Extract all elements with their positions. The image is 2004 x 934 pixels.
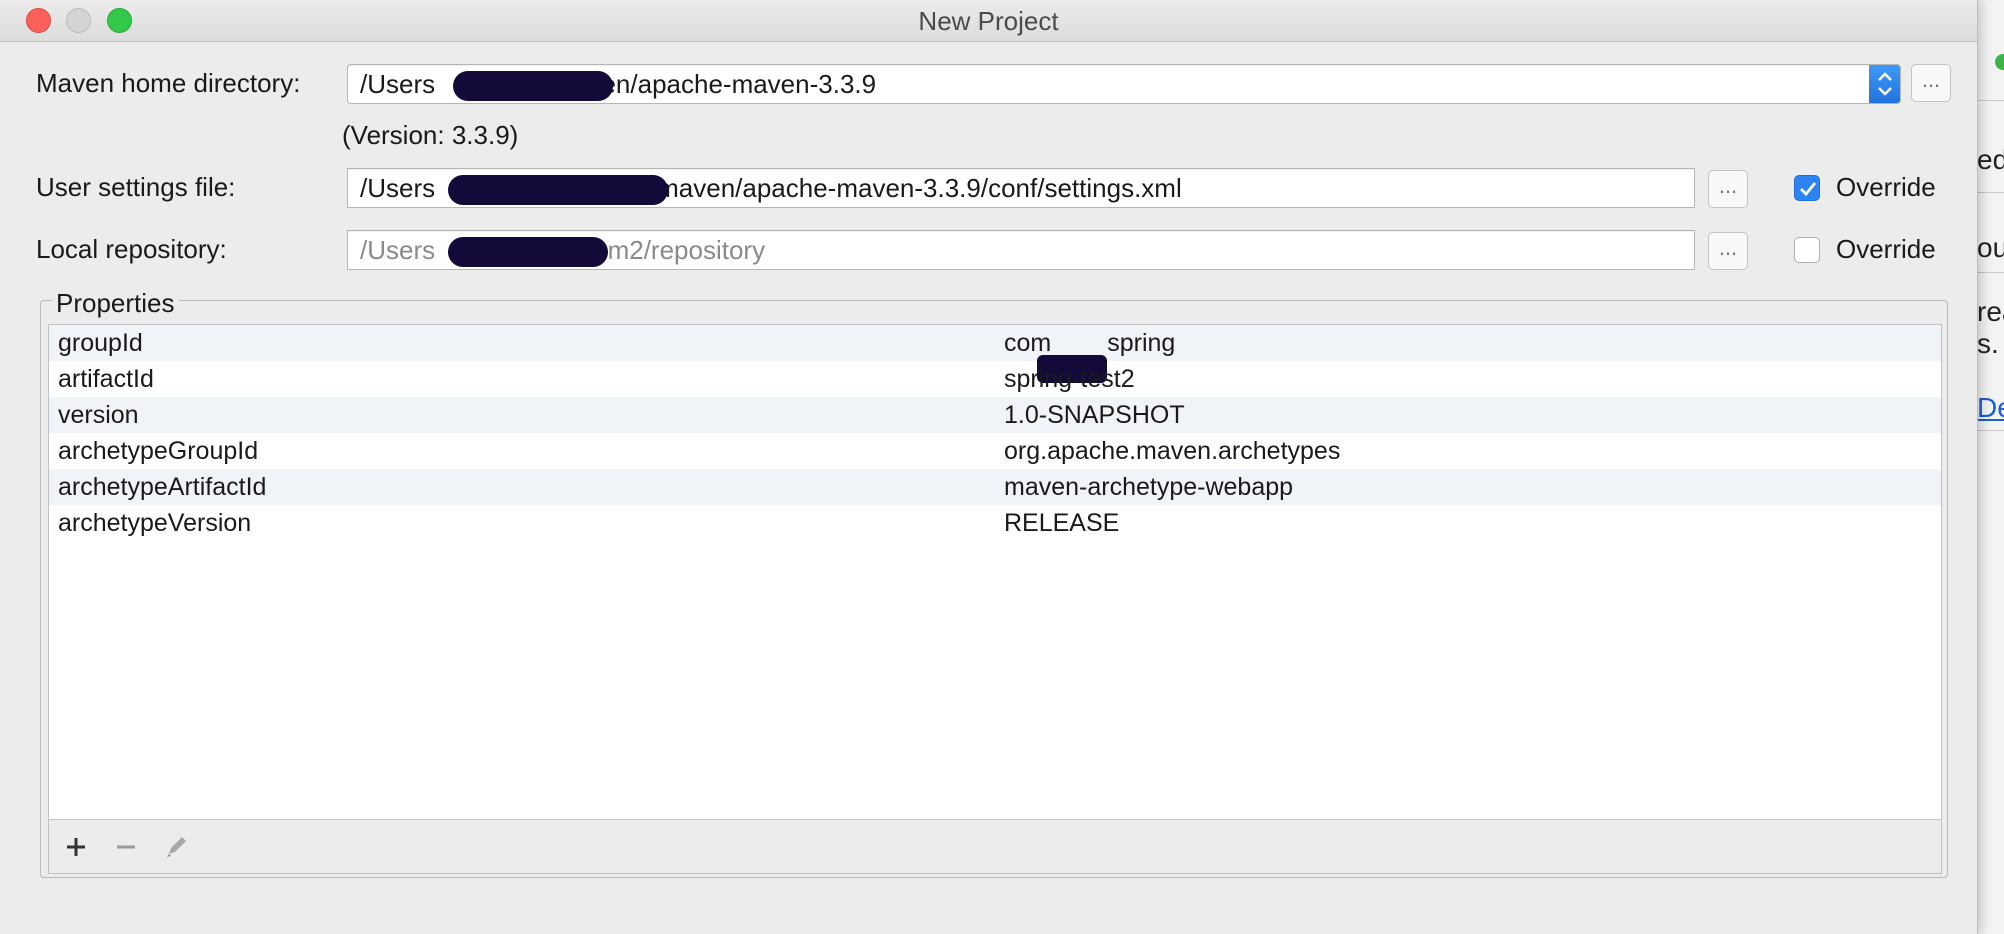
- maven-version-note: (Version: 3.3.9): [342, 120, 519, 150]
- user-settings-override-label: Override: [1836, 172, 1936, 202]
- background-link[interactable]: De: [1977, 392, 2004, 424]
- add-property-button[interactable]: [61, 832, 91, 862]
- property-value: RELEASE: [1004, 509, 1120, 537]
- remove-property-button[interactable]: [111, 832, 141, 862]
- background-text: s.: [1977, 328, 1999, 359]
- property-value: maven-archetype-webapp: [1004, 473, 1294, 501]
- table-row[interactable]: version 1.0-SNAPSHOT: [49, 397, 1941, 433]
- local-repository-label: Local repository:: [36, 234, 227, 264]
- property-value: org.apache.maven.archetypes: [1004, 437, 1341, 465]
- property-value: com spring: [1004, 325, 1176, 383]
- redaction: [448, 175, 668, 205]
- table-row[interactable]: archetypeGroupId org.apache.maven.archet…: [49, 433, 1941, 469]
- plus-icon: [67, 838, 85, 856]
- title-bar: New Project: [0, 0, 1977, 42]
- checkmark-icon: [1800, 182, 1817, 197]
- property-key: version: [58, 401, 139, 429]
- local-repository-override-checkbox[interactable]: [1794, 237, 1820, 263]
- local-repository-browse-button[interactable]: ...: [1708, 232, 1748, 270]
- combo-arrow-button[interactable]: [1869, 65, 1900, 103]
- user-settings-override-checkbox[interactable]: [1794, 175, 1820, 201]
- background-text: rea: [1977, 296, 2004, 327]
- redaction: [453, 71, 613, 101]
- maven-home-label: Maven home directory:: [36, 68, 301, 98]
- window-title: New Project: [918, 6, 1059, 36]
- user-settings-browse-button[interactable]: ...: [1708, 170, 1748, 208]
- table-row[interactable]: groupId com spring: [49, 325, 1941, 383]
- user-settings-field[interactable]: /Users maven/apache-maven-3.3.9/conf/sett…: [347, 168, 1695, 208]
- background-text: ou: [1977, 232, 2004, 263]
- table-row[interactable]: archetypeVersion RELEASE: [49, 505, 1941, 541]
- new-project-dialog: New Project Maven home directory: /Users…: [0, 0, 1978, 934]
- table-row[interactable]: archetypeArtifactId maven-archetype-weba…: [49, 469, 1941, 505]
- user-settings-value-prefix: /Users: [360, 173, 436, 203]
- local-repository-value-suffix: /.m2/repository: [593, 235, 766, 265]
- user-settings-value-suffix: maven/apache-maven-3.3.9/conf/settings.x…: [657, 173, 1182, 203]
- properties-legend: Properties: [52, 288, 179, 319]
- maven-home-value-prefix: /Users: [360, 69, 436, 99]
- property-key: archetypeGroupId: [58, 437, 259, 465]
- properties-table[interactable]: groupId com spring artifactId spring-test…: [48, 324, 1942, 820]
- status-dot-icon: [1995, 54, 2004, 70]
- pencil-icon: [167, 837, 186, 857]
- property-value: spring-test2: [1004, 365, 1135, 393]
- property-value: 1.0-SNAPSHOT: [1004, 401, 1185, 429]
- property-key: groupId: [58, 329, 143, 357]
- property-key: artifactId: [58, 365, 154, 393]
- property-key: archetypeVersion: [58, 509, 252, 537]
- local-repository-field[interactable]: /Users /.m2/repository: [347, 230, 1695, 270]
- table-row[interactable]: artifactId spring-test2: [49, 361, 1941, 397]
- maven-home-browse-button[interactable]: ...: [1911, 64, 1951, 102]
- maven-home-select[interactable]: /Users/maven/apache-maven-3.3.9: [347, 64, 1901, 104]
- minus-icon: [117, 845, 135, 849]
- local-repository-override-label: Override: [1836, 234, 1936, 264]
- property-value-suffix: spring: [1107, 329, 1176, 357]
- property-key: archetypeArtifactId: [58, 473, 267, 501]
- redaction: [448, 237, 608, 267]
- chevron-updown-icon: [1878, 72, 1892, 96]
- background-text: ed: [1977, 144, 2004, 175]
- local-repository-value-prefix: /Users: [360, 235, 436, 265]
- property-value-prefix: com: [1004, 329, 1052, 357]
- edit-property-button[interactable]: [161, 832, 191, 862]
- properties-toolbar: [48, 820, 1942, 874]
- user-settings-label: User settings file:: [36, 172, 236, 202]
